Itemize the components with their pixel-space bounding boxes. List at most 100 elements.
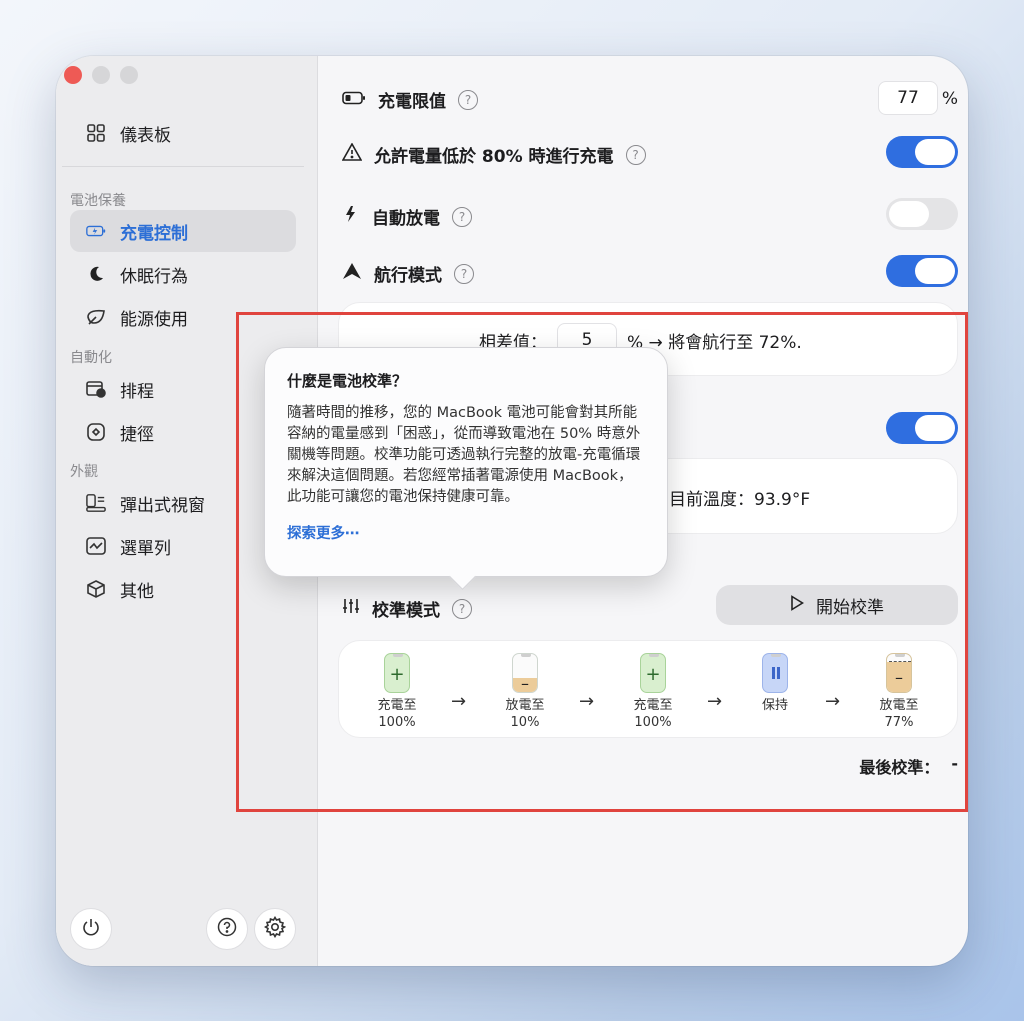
start-calibration-label: 開始校準 [816,597,884,618]
gear-icon [263,915,287,942]
close-window-button[interactable] [64,66,82,84]
section-label-battery: 電池保養 [70,193,126,209]
leaf-icon [86,307,106,327]
zoom-window-button[interactable] [120,66,138,84]
step-charge-100: + 充電至 100% [357,653,437,731]
step-line1: 保持 [761,698,788,713]
sidebar-item-label: 排程 [120,381,154,402]
discharge-icon [342,205,360,228]
allow-below-row: 允許電量低於 80% 時進行充電 ? [341,142,646,167]
temperature-text: 目前溫度：93.9°F [669,490,811,510]
sidebar-divider [62,166,304,167]
sidebar-item-label: 充電控制 [120,223,188,244]
calibration-steps-card: + 充電至 100% → – 放電至 10% → + 充電至 100% → 保持… [338,640,958,738]
heat-protection-toggle[interactable] [886,412,958,444]
power-icon [82,918,100,940]
step-line1: 充電至 [377,698,417,713]
sidebar-item-label: 選單列 [120,538,171,559]
arrow-right-icon: → [579,691,595,712]
last-calibration-label: 最後校準： [859,758,940,777]
sidebar-item-popover[interactable]: 彈出式視窗 [70,482,296,524]
calibration-label: 校準模式 [372,601,440,621]
help-icon[interactable]: ? [454,263,474,284]
step-line2: 100% [378,715,416,730]
step-hold: 保持 [735,653,815,714]
battery-icon [342,90,366,110]
step-charge-100-again: + 充電至 100% [613,653,693,731]
section-label-appearance: 外觀 [70,464,98,480]
sidebar-item-label: 彈出式視窗 [120,495,205,516]
sidebar-item-dashboard[interactable]: 儀表板 [70,112,296,154]
allow-below-toggle[interactable] [886,136,958,168]
auto-discharge-toggle[interactable] [886,198,958,230]
warning-icon [341,142,363,166]
charge-limit-input[interactable]: 77 [878,81,938,115]
help-icon[interactable]: ? [458,89,478,110]
battery-low-icon: – [512,653,538,693]
step-line2: 100% [634,715,672,730]
section-label-automation: 自動化 [70,350,112,366]
help-icon[interactable]: ? [452,598,472,619]
sidebar-item-energy[interactable]: 能源使用 [70,296,296,338]
sidebar-item-shortcuts[interactable]: 捷徑 [70,411,296,453]
learn-more-link[interactable]: 探索更多⋯ [287,522,645,543]
step-discharge-10: – 放電至 10% [485,653,565,731]
sidebar-item-label: 休眠行為 [120,266,188,287]
grid-icon [86,123,106,143]
sidebar-item-label: 捷徑 [120,424,154,445]
sailing-mode-label: 航行模式 [374,266,442,286]
step-line1: 放電至 [879,698,919,713]
shortcuts-icon [86,422,106,442]
popover-title: 什麼是電池校準？ [287,372,408,390]
calibration-row: 校準模式 ? [342,596,472,621]
allow-below-label: 允許電量低於 80% 時進行充電 [374,147,614,167]
question-icon [217,917,237,941]
window-controls [64,66,138,84]
settings-button[interactable] [254,908,296,950]
sidebar-item-label: 能源使用 [120,309,188,330]
sidebar-item-label: 儀表板 [120,125,171,146]
battery-hold-icon [762,653,788,693]
step-line1: 充電至 [633,698,673,713]
help-icon[interactable]: ? [625,144,646,165]
sidebar-item-other[interactable]: 其他 [70,568,296,610]
percent-label: % [941,89,958,109]
auto-discharge-row: 自動放電 ? [342,204,472,229]
sidebar-item-charge-control[interactable]: 充電控制 [70,210,296,252]
sailing-mode-row: 航行模式 ? [342,261,474,286]
step-line2: 10% [510,715,540,730]
auto-discharge-label: 自動放電 [372,209,440,229]
arrow-right-icon: → [707,691,723,712]
battery-charging-icon [86,221,106,241]
sidebar-item-sleep[interactable]: 休眠行為 [70,253,296,295]
popover-icon [86,493,106,513]
sidebar-item-schedule[interactable]: 排程 [70,368,296,410]
calendar-clock-icon [86,379,106,399]
battery-full-icon: + [640,653,666,693]
minimize-window-button[interactable] [92,66,110,84]
charge-limit-row: 充電限值 ? [342,87,478,112]
help-icon[interactable]: ? [452,206,472,227]
last-calibration: 最後校準： - [859,754,958,778]
last-calibration-value: - [951,754,958,773]
step-line2: 77% [884,715,914,730]
sidebar-item-menubar[interactable]: 選單列 [70,525,296,567]
moon-icon [86,264,106,284]
battery-full-icon: + [384,653,410,693]
help-button[interactable] [206,908,248,950]
step-discharge-77: – 放電至 77% [859,653,939,731]
charge-limit-label: 充電限值 [378,92,446,112]
power-button[interactable] [70,908,112,950]
sail-icon [342,262,362,285]
popover-body: 隨著時間的推移，您的 MacBook 電池可能會對其所能容納的電量感到「困惑」，… [287,405,641,505]
start-calibration-button[interactable]: 開始校準 [716,585,958,625]
sidebar-item-label: 其他 [120,581,154,602]
sailing-mode-toggle[interactable] [886,255,958,287]
arrow-right-icon: → [825,691,841,712]
calibration-help-popover: 什麼是電池校準？ 隨著時間的推移，您的 MacBook 電池可能會對其所能容納的… [264,347,668,577]
arrow-right-icon: → [451,691,467,712]
battery-partial-icon: – [886,653,912,693]
chart-box-icon [86,536,106,556]
sliders-icon [342,597,360,620]
play-icon [790,594,805,616]
